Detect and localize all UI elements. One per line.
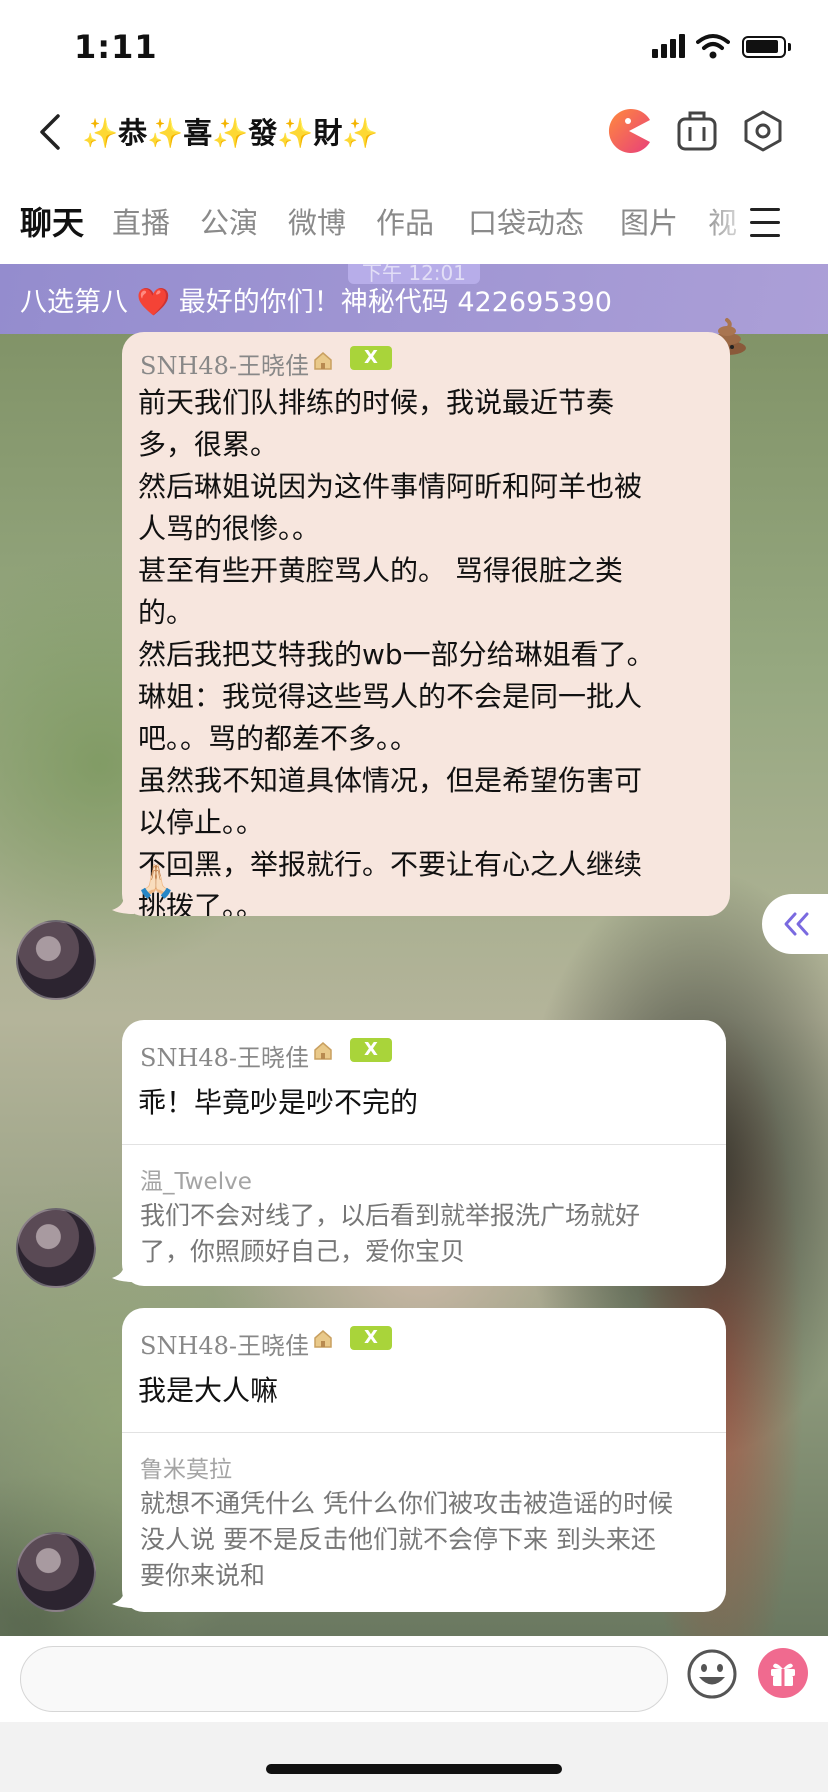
quoted-text: 我们不会对线了，以后看到就举报洗广场就好 了，你照顾好自己，爱你宝贝	[140, 1201, 641, 1266]
tab-performance[interactable]: 公演	[200, 200, 258, 242]
house-icon	[314, 352, 332, 370]
game-icon[interactable]	[604, 106, 654, 156]
tab-bar: 聊天 直播 公演 微博 作品 口袋动态 图片 视	[0, 188, 828, 264]
message-bubble[interactable]: SNH48-王晓佳 X 前天我们队排练的时候，我说最近节奏 多，很累。 然后琳姐…	[122, 332, 730, 916]
avatar[interactable]	[16, 920, 96, 1000]
message-text: 前天我们队排练的时候，我说最近节奏 多，很累。 然后琳姐说因为这件事情阿昕和阿羊…	[138, 386, 655, 916]
bubble-tail	[112, 896, 134, 914]
message-input[interactable]	[20, 1646, 668, 1712]
tab-pocket-feed[interactable]: 口袋动态	[468, 200, 584, 242]
chevron-left-icon	[40, 114, 60, 150]
message-text: 乖！毕竟吵是吵不完的	[138, 1086, 419, 1119]
sender-name: SNH48-王晓佳	[140, 1332, 310, 1360]
message-text: 我是大人嘛	[138, 1374, 279, 1407]
announcement-banner[interactable]: 下午 12:01 八选第八 ❤️ 最好的你们！神秘代码 422695390	[0, 264, 828, 334]
bottom-safe-area	[0, 1722, 828, 1792]
room-title: ✨恭✨喜✨發✨財✨	[82, 116, 379, 150]
sender-name: SNH48-王晓佳	[140, 352, 310, 380]
status-time: 1:11	[74, 28, 158, 66]
bubble-tail	[112, 1590, 134, 1608]
chat-header: ✨恭✨喜✨發✨財✨	[0, 92, 828, 172]
quoted-username: 鲁米莫拉	[140, 1457, 232, 1483]
home-indicator	[266, 1764, 562, 1774]
house-icon	[314, 1330, 332, 1348]
tab-pictures[interactable]: 图片	[620, 200, 678, 242]
battery-icon	[742, 36, 791, 58]
avatar[interactable]	[16, 1532, 96, 1612]
gift-icon	[771, 1663, 795, 1686]
house-icon	[314, 1042, 332, 1060]
member-badge: X	[350, 346, 392, 370]
status-bar: 1:11	[0, 0, 828, 92]
back-button[interactable]	[30, 108, 70, 156]
wifi-icon	[696, 34, 730, 59]
avatar[interactable]	[16, 1208, 96, 1288]
tab-weibo[interactable]: 微博	[288, 200, 346, 242]
quoted-username: 温_Twelve	[140, 1169, 252, 1195]
chat-area: 下午 12:01 八选第八 ❤️ 最好的你们！神秘代码 422695390 SN…	[0, 264, 828, 1636]
expand-panel-button[interactable]	[762, 894, 828, 954]
message-bubble[interactable]: SNH48-王晓佳 X 我是大人嘛 鲁米莫拉 就想不通凭什么 凭什么你们被攻击被…	[122, 1308, 726, 1612]
message-bubble[interactable]: SNH48-王晓佳 X 乖！毕竟吵是吵不完的 温_Twelve 我们不会对线了，…	[122, 1020, 726, 1286]
emoji-icon[interactable]	[686, 1648, 738, 1700]
input-bar	[0, 1636, 828, 1722]
luggage-icon[interactable]	[672, 106, 722, 156]
sender-name: SNH48-王晓佳	[140, 1044, 310, 1072]
tab-chat[interactable]: 聊天	[20, 198, 84, 244]
tab-works[interactable]: 作品	[376, 200, 434, 242]
menu-icon[interactable]	[746, 204, 786, 244]
divider	[122, 1432, 726, 1433]
settings-hexagon-icon[interactable]	[738, 106, 788, 156]
member-badge: X	[350, 1326, 392, 1350]
gift-button[interactable]	[758, 1648, 808, 1698]
double-chevron-left-icon	[784, 912, 809, 936]
quoted-text: 就想不通凭什么 凭什么你们被攻击被造谣的时候 没人说 要不是反击他们就不会停下来…	[140, 1489, 673, 1590]
member-badge: X	[350, 1038, 392, 1062]
bubble-tail	[112, 1264, 134, 1282]
cellular-signal-icon	[652, 34, 686, 58]
tab-live[interactable]: 直播	[112, 200, 170, 242]
banner-text: 八选第八 ❤️ 最好的你们！神秘代码 422695390	[20, 287, 612, 318]
divider	[122, 1144, 726, 1145]
pray-emoji: 🙏🏻	[136, 862, 176, 900]
